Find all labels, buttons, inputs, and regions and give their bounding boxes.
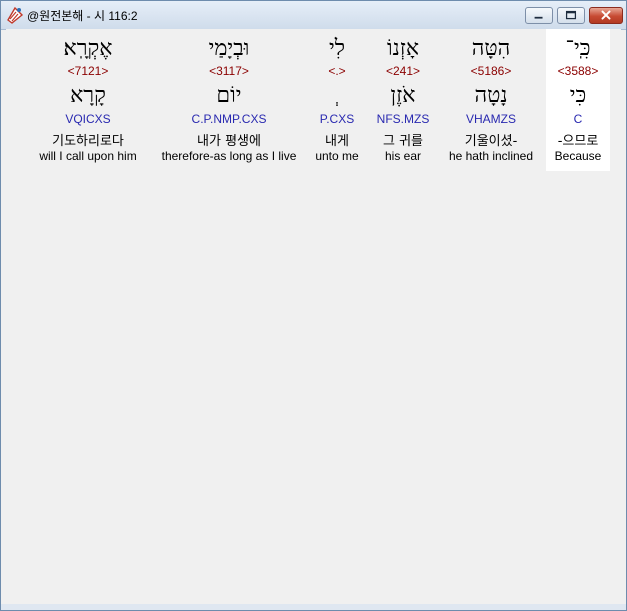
word-column[interactable]: אֶקְרָֽא׃ <7121> קָרָא VQICXS 기도하리로다 wil… — [28, 29, 148, 171]
title-bar[interactable]: @원전본해 - 시 116:2 — [1, 1, 626, 30]
parsing-code: C — [573, 112, 583, 126]
close-button[interactable] — [589, 7, 623, 24]
strong-number[interactable]: <.> — [308, 64, 366, 78]
parsing-code: C.P.NMP.CXS — [191, 112, 267, 126]
maximize-button[interactable] — [557, 7, 585, 24]
app-icon — [7, 6, 24, 24]
english-gloss: his ear — [384, 149, 422, 163]
korean-gloss: 그 귀를 — [382, 134, 423, 149]
window-title: @원전본해 - 시 116:2 — [27, 9, 138, 23]
lemma-word: ְ — [308, 82, 366, 110]
lemma-word: קָרָא — [70, 83, 106, 108]
parsing-code: P.CXS — [319, 112, 355, 126]
hebrew-word: הִטָּה — [471, 36, 511, 61]
close-icon — [601, 10, 611, 20]
word-column[interactable]: לִי <.> ְ P.CXS 내게 unto me — [308, 29, 366, 171]
korean-gloss: -으므로 — [557, 134, 599, 149]
parsing-code: VQICXS — [65, 112, 111, 126]
minimize-button[interactable] — [525, 7, 553, 24]
maximize-icon — [565, 10, 577, 20]
english-gloss: he hath inclined — [448, 149, 534, 163]
app-window: @원전본해 - 시 116:2 אֶקְרָֽא׃ <7121> קָרָא V… — [0, 0, 627, 611]
lemma-word: אֹזֶן — [390, 83, 416, 108]
interlinear-view: אֶקְרָֽא׃ <7121> קָרָא VQICXS 기도하리로다 wil… — [6, 29, 621, 604]
strong-number[interactable]: <241> — [370, 64, 436, 78]
strong-number[interactable]: <3117> — [153, 64, 305, 78]
word-column[interactable]: אָזְנוֹ <241> אֹזֶן NFS.MZS 그 귀를 his ear — [370, 29, 436, 171]
word-column[interactable]: הִטָּה <5186> נָטָה VHAMZS 기울이셨- he hath… — [442, 29, 540, 171]
english-gloss: Because — [554, 149, 602, 163]
english-gloss: unto me — [315, 149, 359, 163]
hebrew-word: אֶקְרָֽא׃ — [63, 36, 113, 61]
hebrew-word: אָזְנוֹ — [386, 36, 420, 61]
hebrew-word: לִי — [328, 36, 346, 61]
lemma-word: כִּי — [569, 83, 587, 108]
english-gloss: will I call upon him — [39, 149, 137, 163]
korean-gloss: 내가 평생에 — [197, 134, 261, 149]
strong-number[interactable]: <3588> — [546, 64, 610, 78]
strong-number[interactable]: <5186> — [442, 64, 540, 78]
korean-gloss: 기도하리로다 — [52, 134, 124, 149]
english-gloss: therefore-as long as I live — [161, 149, 297, 163]
lemma-word: יוֹם — [216, 83, 242, 108]
parsing-code: NFS.MZS — [376, 112, 430, 126]
parsing-code: VHAMZS — [465, 112, 516, 126]
lemma-word: נָטָה — [474, 83, 508, 108]
window-bottom-border — [1, 604, 626, 610]
word-column[interactable]: וּבְיָמַי <3117> יוֹם C.P.NMP.CXS 내가 평생에… — [153, 29, 305, 171]
hebrew-word: כִּֽי־ — [565, 36, 591, 61]
minimize-icon — [534, 16, 543, 19]
korean-gloss: 기울이셨- — [464, 134, 518, 149]
word-column-selected[interactable]: כִּֽי־ <3588> כִּי C -으므로 Because — [546, 29, 610, 171]
strong-number[interactable]: <7121> — [28, 64, 148, 78]
korean-gloss: 내게 — [325, 134, 349, 149]
hebrew-word: וּבְיָמַי — [208, 36, 250, 61]
